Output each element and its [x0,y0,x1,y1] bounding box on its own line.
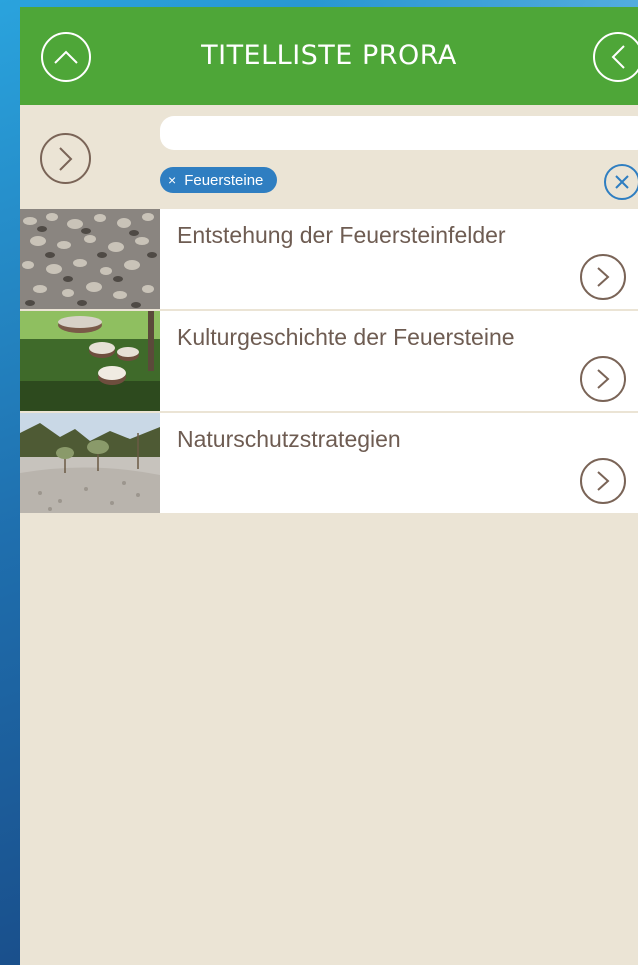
landscape-image [20,413,160,513]
chevron-right-icon [58,146,72,171]
filter-tag-label: Feuersteine [184,171,264,189]
item-title: Naturschutzstrategien [177,426,401,452]
item-title: Entstehung der Feuersteinfelder [177,222,506,248]
mushrooms-image [20,311,160,411]
list-item[interactable]: Kulturgeschichte der Feuersteine [20,311,638,413]
header-bar: TITELLISTE PRORA [20,7,638,105]
app-window: TITELLISTE PRORA × Feuersteine Entstehun… [20,7,638,965]
filter-area: × Feuersteine [20,105,638,209]
chevron-left-icon [611,45,625,69]
open-item-button[interactable] [580,254,626,300]
chevron-right-icon [597,471,610,491]
tag-remove-icon[interactable]: × [168,172,176,188]
open-item-button[interactable] [580,458,626,504]
chevron-right-icon [597,267,610,287]
item-title: Kulturgeschichte der Feuersteine [177,324,515,350]
filter-next-button[interactable] [40,133,91,184]
title-list: Entstehung der Feuersteinfelder Kulturge… [20,209,638,515]
search-input[interactable] [160,116,638,150]
chevron-right-icon [597,369,610,389]
list-item[interactable]: Entstehung der Feuersteinfelder [20,209,638,311]
pebbles-image [20,209,160,309]
close-icon [615,175,629,189]
list-item[interactable]: Naturschutzstrategien [20,413,638,515]
back-button[interactable] [593,32,638,82]
open-item-button[interactable] [580,356,626,402]
clear-filter-button[interactable] [604,164,638,200]
page-title: TITELLISTE PRORA [201,40,457,71]
filter-tag[interactable]: × Feuersteine [160,167,278,193]
